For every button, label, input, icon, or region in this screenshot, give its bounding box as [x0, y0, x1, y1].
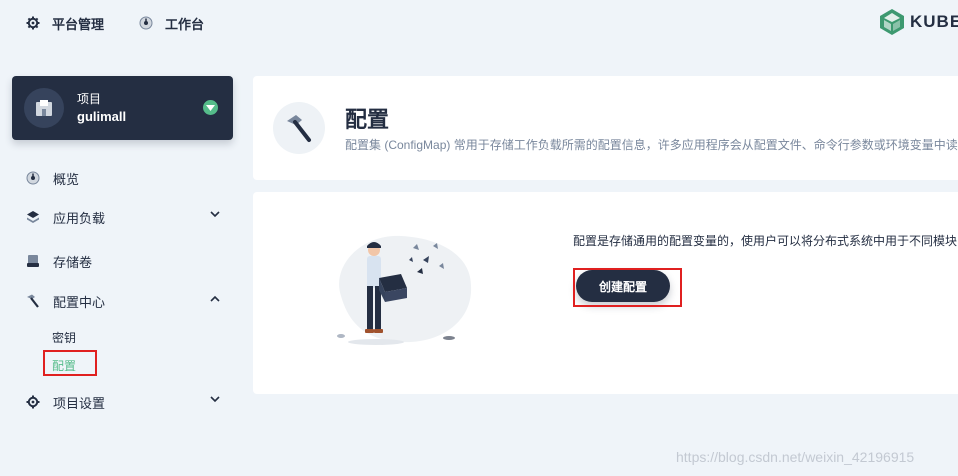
layers-icon	[26, 210, 40, 224]
watermark: https://blog.csdn.net/weixin_42196915	[676, 449, 915, 465]
gear-icon	[26, 16, 40, 30]
sidebar-item-volumes[interactable]: 存储卷	[26, 251, 220, 271]
project-name: gulimall	[77, 109, 127, 124]
sidebar-item-label: 项目设置	[53, 395, 106, 411]
dashboard-icon	[139, 16, 153, 30]
storage-icon	[26, 254, 40, 268]
page-description: 配置集 (ConfigMap) 常用于存储工作负载所需的配置信息，许多应用程序会…	[345, 138, 958, 152]
hammer-icon	[26, 294, 40, 308]
sidebar-item-workloads[interactable]: 应用负载	[26, 207, 220, 227]
sidebar-item-label: 应用负载	[53, 210, 106, 226]
sidebar-item-project-settings[interactable]: 项目设置	[26, 392, 220, 412]
top-bar: 平台管理 工作台 KUBES	[0, 0, 958, 44]
empty-state: 配置是存储通用的配置变量的，使用户可以将分布式系统中用于不同模块 创建配置	[253, 192, 958, 394]
empty-state-description: 配置是存储通用的配置变量的，使用户可以将分布式系统中用于不同模块	[573, 234, 958, 248]
highlight-box-configmaps	[43, 350, 97, 376]
kubesphere-logo-icon	[880, 9, 904, 35]
sidebar-subitem-secrets[interactable]: 密钥	[52, 329, 76, 346]
sidebar-item-label: 配置中心	[53, 294, 106, 310]
platform-management-link[interactable]: 平台管理	[26, 14, 104, 32]
sidebar-item-overview[interactable]: 概览	[26, 168, 220, 188]
chevron-down-icon	[210, 396, 220, 403]
workbench-link[interactable]: 工作台	[139, 14, 204, 32]
project-type-label: 项目	[77, 92, 102, 106]
platform-management-label: 平台管理	[52, 16, 105, 32]
project-selector[interactable]: 项目 gulimall	[12, 76, 233, 140]
sidebar-item-label: 概览	[53, 171, 80, 187]
chevron-up-icon	[210, 295, 220, 302]
project-icon	[36, 100, 52, 116]
highlight-box-create-button	[573, 268, 682, 307]
hammer-icon	[273, 102, 325, 154]
chevron-down-icon[interactable]	[203, 100, 218, 115]
logo-text: KUBES	[910, 12, 958, 31]
project-avatar	[24, 88, 64, 128]
sidebar-item-config-center[interactable]: 配置中心	[26, 291, 220, 311]
gear-icon	[26, 395, 40, 409]
kubesphere-logo[interactable]: KUBES	[880, 9, 958, 35]
page-header: 配置 配置集 (ConfigMap) 常用于存储工作负载所需的配置信息，许多应用…	[253, 76, 958, 180]
page-title: 配置	[345, 107, 390, 132]
sidebar-item-label: 存储卷	[53, 254, 93, 270]
workbench-label: 工作台	[165, 16, 205, 32]
empty-box-illustration	[337, 235, 472, 345]
dashboard-icon	[26, 171, 40, 185]
chevron-down-icon	[210, 211, 220, 218]
